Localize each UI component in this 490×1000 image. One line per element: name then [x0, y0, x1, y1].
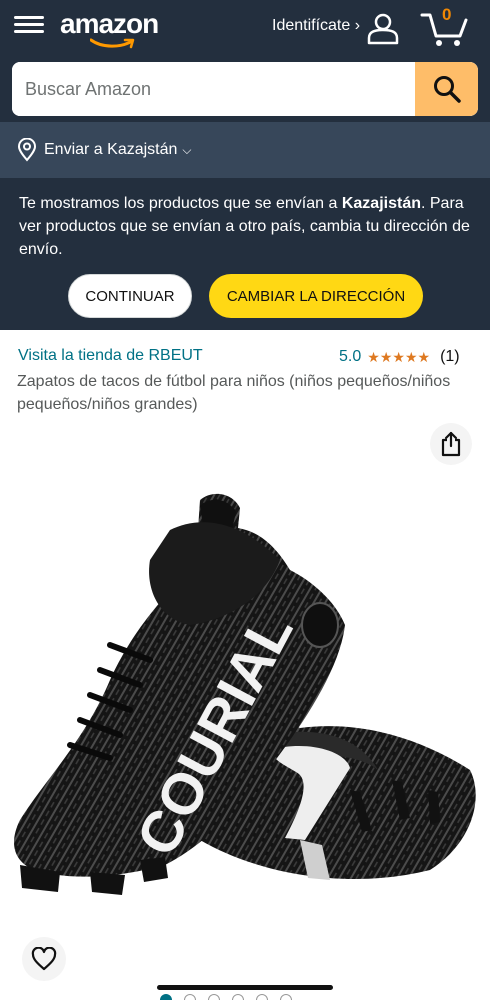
- star-icon: ★: [392, 349, 405, 365]
- search-bar: [12, 62, 478, 116]
- change-address-button[interactable]: CAMBIAR LA DIRECCIÓN: [209, 274, 423, 318]
- product-title: Zapatos de tacos de fútbol para niños (n…: [17, 373, 451, 413]
- smile-arrow-icon: [90, 38, 135, 49]
- location-pin-icon: [17, 138, 37, 162]
- star-icon: ★: [379, 349, 393, 365]
- search-button[interactable]: [415, 62, 478, 116]
- delivery-location-button[interactable]: Enviar a Kazajstán ⌵: [16, 138, 192, 162]
- carousel-dot[interactable]: [280, 994, 292, 1000]
- store-link[interactable]: Visita la tienda de RBEUT: [18, 347, 203, 365]
- menu-line-icon: [14, 16, 44, 19]
- share-button[interactable]: [430, 423, 472, 465]
- carousel-dot[interactable]: [184, 994, 196, 1000]
- carousel-dot[interactable]: [232, 994, 244, 1000]
- top-navigation: amazon Identifícate › 0: [0, 0, 490, 122]
- star-icon: ★: [417, 349, 431, 365]
- delivery-bar: Enviar a Kazajstán ⌵: [0, 122, 490, 178]
- search-icon: [433, 76, 461, 103]
- sign-in-link[interactable]: Identifícate ›: [272, 17, 360, 35]
- notice-country: Kazajistán: [341, 195, 421, 212]
- rating-summary[interactable]: 5.0 ★ ★ ★ ★ ★ (1): [339, 348, 460, 366]
- logo-text: amazon: [60, 8, 159, 39]
- search-input[interactable]: [12, 62, 414, 116]
- heart-icon: [31, 947, 57, 971]
- menu-line-icon: [14, 23, 44, 26]
- soccer-cleat-image: COURIAL: [14, 493, 476, 895]
- amazon-logo[interactable]: amazon: [60, 8, 170, 50]
- chevron-down-icon: ⌵: [182, 142, 192, 157]
- add-to-list-button[interactable]: [22, 937, 66, 981]
- carousel-dot[interactable]: [208, 994, 220, 1000]
- rating-count: (1): [440, 348, 460, 365]
- share-icon: [441, 431, 461, 457]
- product-image-carousel[interactable]: COURIAL: [0, 420, 490, 985]
- rating-value: 5.0: [339, 348, 362, 365]
- star-icon: ★: [367, 349, 380, 365]
- home-indicator: [157, 985, 333, 990]
- carousel-dot[interactable]: [256, 994, 268, 1000]
- notice-text: Te mostramos los productos que se envían…: [19, 192, 479, 261]
- cart-count-badge: 0: [442, 5, 452, 24]
- delivery-label: Enviar a Kazajstán: [44, 141, 178, 158]
- menu-line-icon: [14, 30, 44, 33]
- star-rating: ★ ★ ★ ★ ★: [367, 349, 430, 365]
- notice-text-before: Te mostramos los productos que se envían…: [19, 195, 342, 212]
- carousel-dot-active[interactable]: [160, 994, 172, 1000]
- star-icon: ★: [404, 349, 418, 365]
- continue-button[interactable]: CONTINUAR: [68, 274, 192, 318]
- hamburger-menu-button[interactable]: [14, 12, 44, 42]
- carousel-dots: [160, 994, 292, 1000]
- user-icon[interactable]: [366, 11, 400, 45]
